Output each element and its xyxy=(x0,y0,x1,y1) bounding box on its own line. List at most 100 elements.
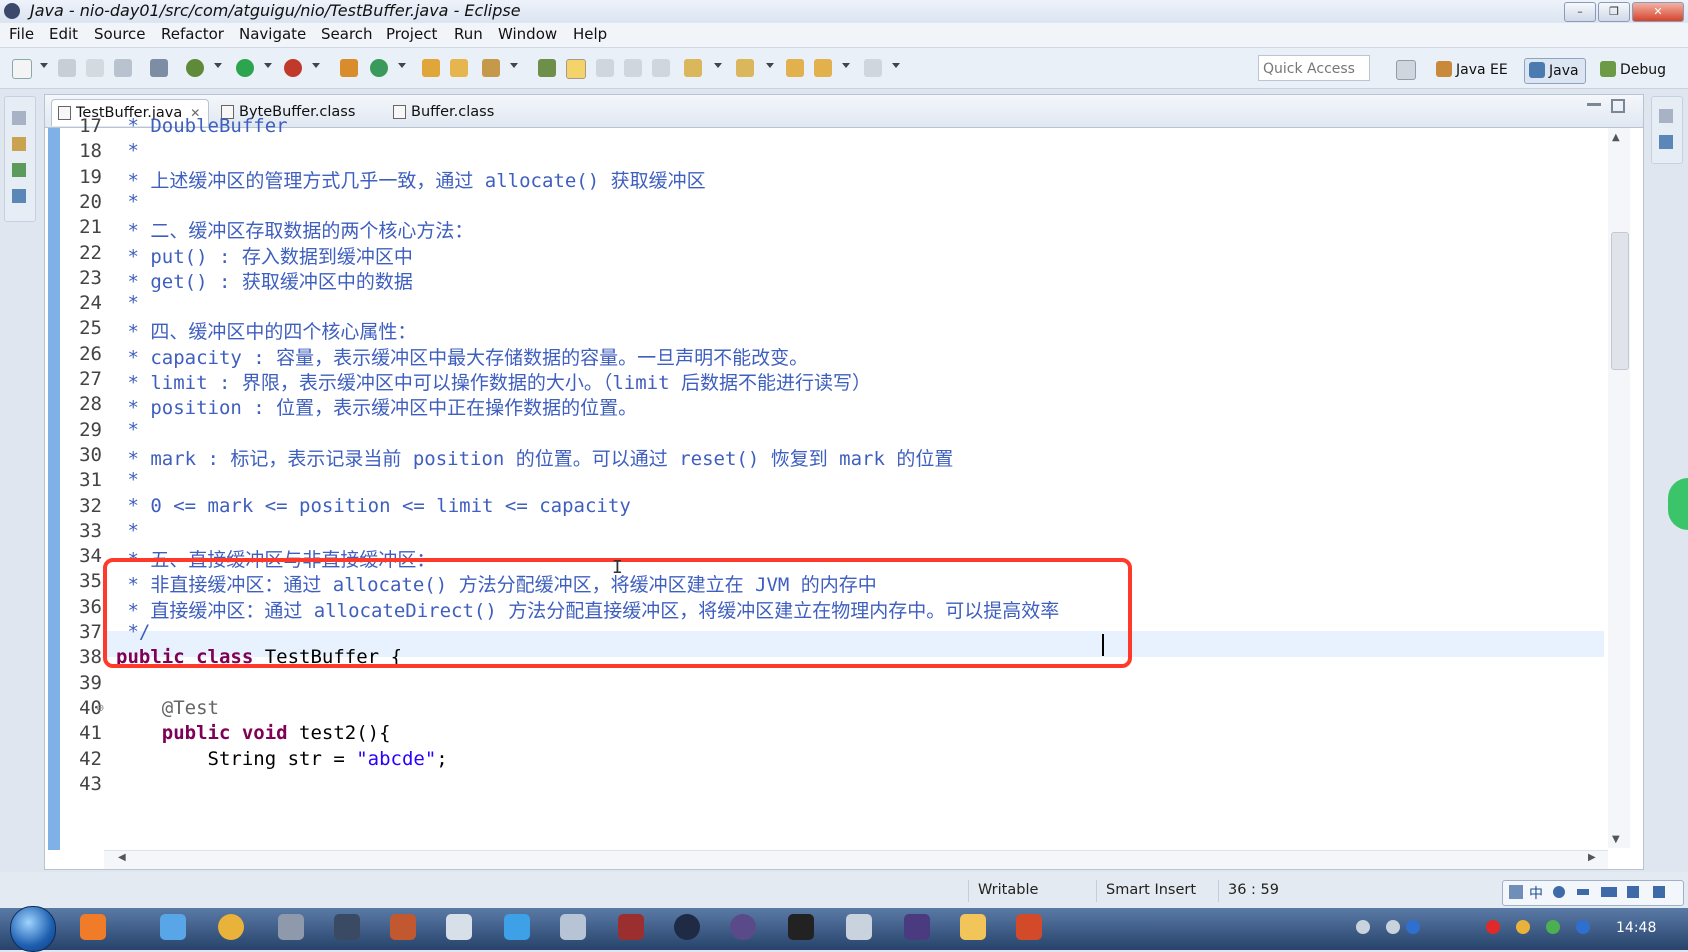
code-line[interactable]: * xyxy=(116,520,138,542)
code-line[interactable]: * xyxy=(116,469,138,491)
external-tools-icon[interactable] xyxy=(284,59,302,77)
tray-icon[interactable] xyxy=(1546,920,1560,934)
perspective-java[interactable]: Java xyxy=(1524,58,1586,84)
menu-search[interactable]: Search xyxy=(321,25,373,43)
mark-occurrences-icon[interactable] xyxy=(566,59,586,79)
code-line[interactable]: * 四、缓冲区中的四个核心属性： xyxy=(116,317,416,344)
task-list-icon[interactable] xyxy=(1659,135,1673,149)
menu-run[interactable]: Run xyxy=(454,25,483,43)
menu-project[interactable]: Project xyxy=(386,25,437,43)
run-icon[interactable] xyxy=(236,59,254,77)
code-line[interactable]: String str = "abcde"; xyxy=(116,748,448,770)
code-line[interactable]: * position : 位置，表示缓冲区中正在操作数据的位置。 xyxy=(116,393,637,420)
open-type-icon[interactable] xyxy=(422,59,440,77)
block-selection-icon[interactable] xyxy=(596,59,614,77)
code-line[interactable]: * 上述缓冲区的管理方式几乎一致，通过 allocate() 获取缓冲区 xyxy=(116,166,705,193)
pilcrow-icon[interactable] xyxy=(652,59,670,77)
print-icon[interactable] xyxy=(114,59,132,77)
chevron-down-icon[interactable] xyxy=(510,63,518,68)
ime-toolbar[interactable]: 中 xyxy=(1502,880,1684,906)
code-line[interactable]: * DoubleBuffer xyxy=(116,115,287,137)
outline-icon[interactable] xyxy=(12,189,26,203)
quick-access-input[interactable]: Quick Access xyxy=(1258,55,1370,81)
scroll-down-icon[interactable]: ▼ xyxy=(1612,834,1620,845)
save-icon[interactable] xyxy=(58,59,76,77)
menu-window[interactable]: Window xyxy=(498,25,557,43)
close-window-button[interactable]: ✕ xyxy=(1632,2,1684,22)
minimize-icon[interactable] xyxy=(1587,103,1601,106)
taskbar-app-icon[interactable] xyxy=(674,914,700,940)
code-line[interactable]: * xyxy=(116,419,138,441)
code-line[interactable]: * xyxy=(116,140,138,162)
tray-bluetooth-icon[interactable] xyxy=(1576,920,1590,934)
package-explorer-icon[interactable] xyxy=(12,137,26,151)
horizontal-scrollbar[interactable] xyxy=(104,850,1608,869)
debug-icon[interactable] xyxy=(186,59,204,77)
taskbar-app-icon[interactable] xyxy=(618,914,644,940)
code-line[interactable]: * get() : 获取缓冲区中的数据 xyxy=(116,267,412,294)
skip-breakpoints-icon[interactable] xyxy=(150,59,168,77)
search-icon[interactable] xyxy=(482,59,500,77)
maximize-button[interactable]: ❐ xyxy=(1598,2,1630,22)
show-whitespace-icon[interactable] xyxy=(624,59,642,77)
open-task-icon[interactable] xyxy=(450,59,468,77)
vertical-scroll-thumb[interactable] xyxy=(1611,232,1629,370)
minimize-button[interactable]: – xyxy=(1564,2,1596,22)
code-line[interactable]: * capacity : 容量，表示缓冲区中最大存储数据的容量。一旦声明不能改变… xyxy=(116,343,808,370)
keyboard-icon[interactable] xyxy=(1601,887,1617,897)
open-perspective-icon[interactable] xyxy=(1396,60,1416,80)
tray-icon[interactable] xyxy=(1516,920,1530,934)
toggle-annotation-icon[interactable] xyxy=(538,59,556,77)
perspective-java-ee[interactable]: Java EE xyxy=(1436,58,1508,82)
tray-help-icon[interactable] xyxy=(1406,920,1420,934)
punctuation-icon[interactable] xyxy=(1577,889,1589,895)
tray-icon[interactable] xyxy=(1386,920,1400,934)
menu-file[interactable]: File xyxy=(9,25,34,43)
code-line[interactable]: * mark : 标记，表示记录当前 position 的位置。可以通过 res… xyxy=(116,444,953,471)
menu-navigate[interactable]: Navigate xyxy=(239,25,306,43)
scroll-left-icon[interactable]: ◀ xyxy=(118,852,126,863)
code-line[interactable]: * put() : 存入数据到缓冲区中 xyxy=(116,242,412,269)
maximize-icon[interactable] xyxy=(1611,99,1625,113)
menu-refactor[interactable]: Refactor xyxy=(161,25,224,43)
save-all-icon[interactable] xyxy=(86,59,104,77)
chevron-down-icon[interactable] xyxy=(766,63,774,68)
forward-icon[interactable] xyxy=(864,59,882,77)
chevron-down-icon[interactable] xyxy=(264,63,272,68)
code-line[interactable]: public void test2(){ xyxy=(116,722,391,744)
taskbar-app-icon[interactable] xyxy=(278,914,304,940)
taskbar-app-icon[interactable] xyxy=(334,914,360,940)
chevron-down-icon[interactable] xyxy=(312,63,320,68)
code-line[interactable]: * 0 <= mark <= position <= limit <= capa… xyxy=(116,495,630,517)
taskbar-ie-icon[interactable] xyxy=(160,914,186,940)
taskbar-app-icon[interactable] xyxy=(504,914,530,940)
last-edit-icon[interactable] xyxy=(786,59,804,77)
start-button[interactable] xyxy=(10,906,56,952)
restore-icon[interactable] xyxy=(1659,109,1673,123)
chevron-down-icon[interactable] xyxy=(214,63,222,68)
menu-edit[interactable]: Edit xyxy=(49,25,78,43)
chevron-down-icon[interactable] xyxy=(714,63,722,68)
moon-icon[interactable] xyxy=(1553,886,1565,898)
taskbar-app-icon[interactable] xyxy=(846,914,872,940)
perspective-debug[interactable]: Debug xyxy=(1600,58,1666,82)
chevron-down-icon[interactable] xyxy=(892,63,900,68)
fold-toggle-icon[interactable]: ⊖ xyxy=(96,703,104,714)
scroll-right-icon[interactable]: ▶ xyxy=(1588,852,1596,863)
taskbar-folder-icon[interactable] xyxy=(960,914,986,940)
settings-icon[interactable] xyxy=(1627,886,1639,898)
restore-icon[interactable] xyxy=(12,111,26,125)
next-annotation-icon[interactable] xyxy=(684,59,702,77)
taskbar-chrome-icon[interactable] xyxy=(218,914,244,940)
code-line[interactable]: @Test xyxy=(116,697,219,719)
code-line[interactable]: * 二、缓冲区存取数据的两个核心方法： xyxy=(116,216,473,243)
taskbar-app-icon[interactable] xyxy=(730,914,756,940)
code-line[interactable]: * xyxy=(116,191,138,213)
taskbar-terminal-icon[interactable] xyxy=(788,914,814,940)
chevron-down-icon[interactable] xyxy=(842,63,850,68)
new-java-class-icon[interactable] xyxy=(370,59,388,77)
taskbar-app-icon[interactable] xyxy=(446,914,472,940)
taskbar-app-icon[interactable] xyxy=(390,914,416,940)
floating-widget-icon[interactable] xyxy=(1668,478,1688,530)
chevron-down-icon[interactable] xyxy=(398,63,406,68)
